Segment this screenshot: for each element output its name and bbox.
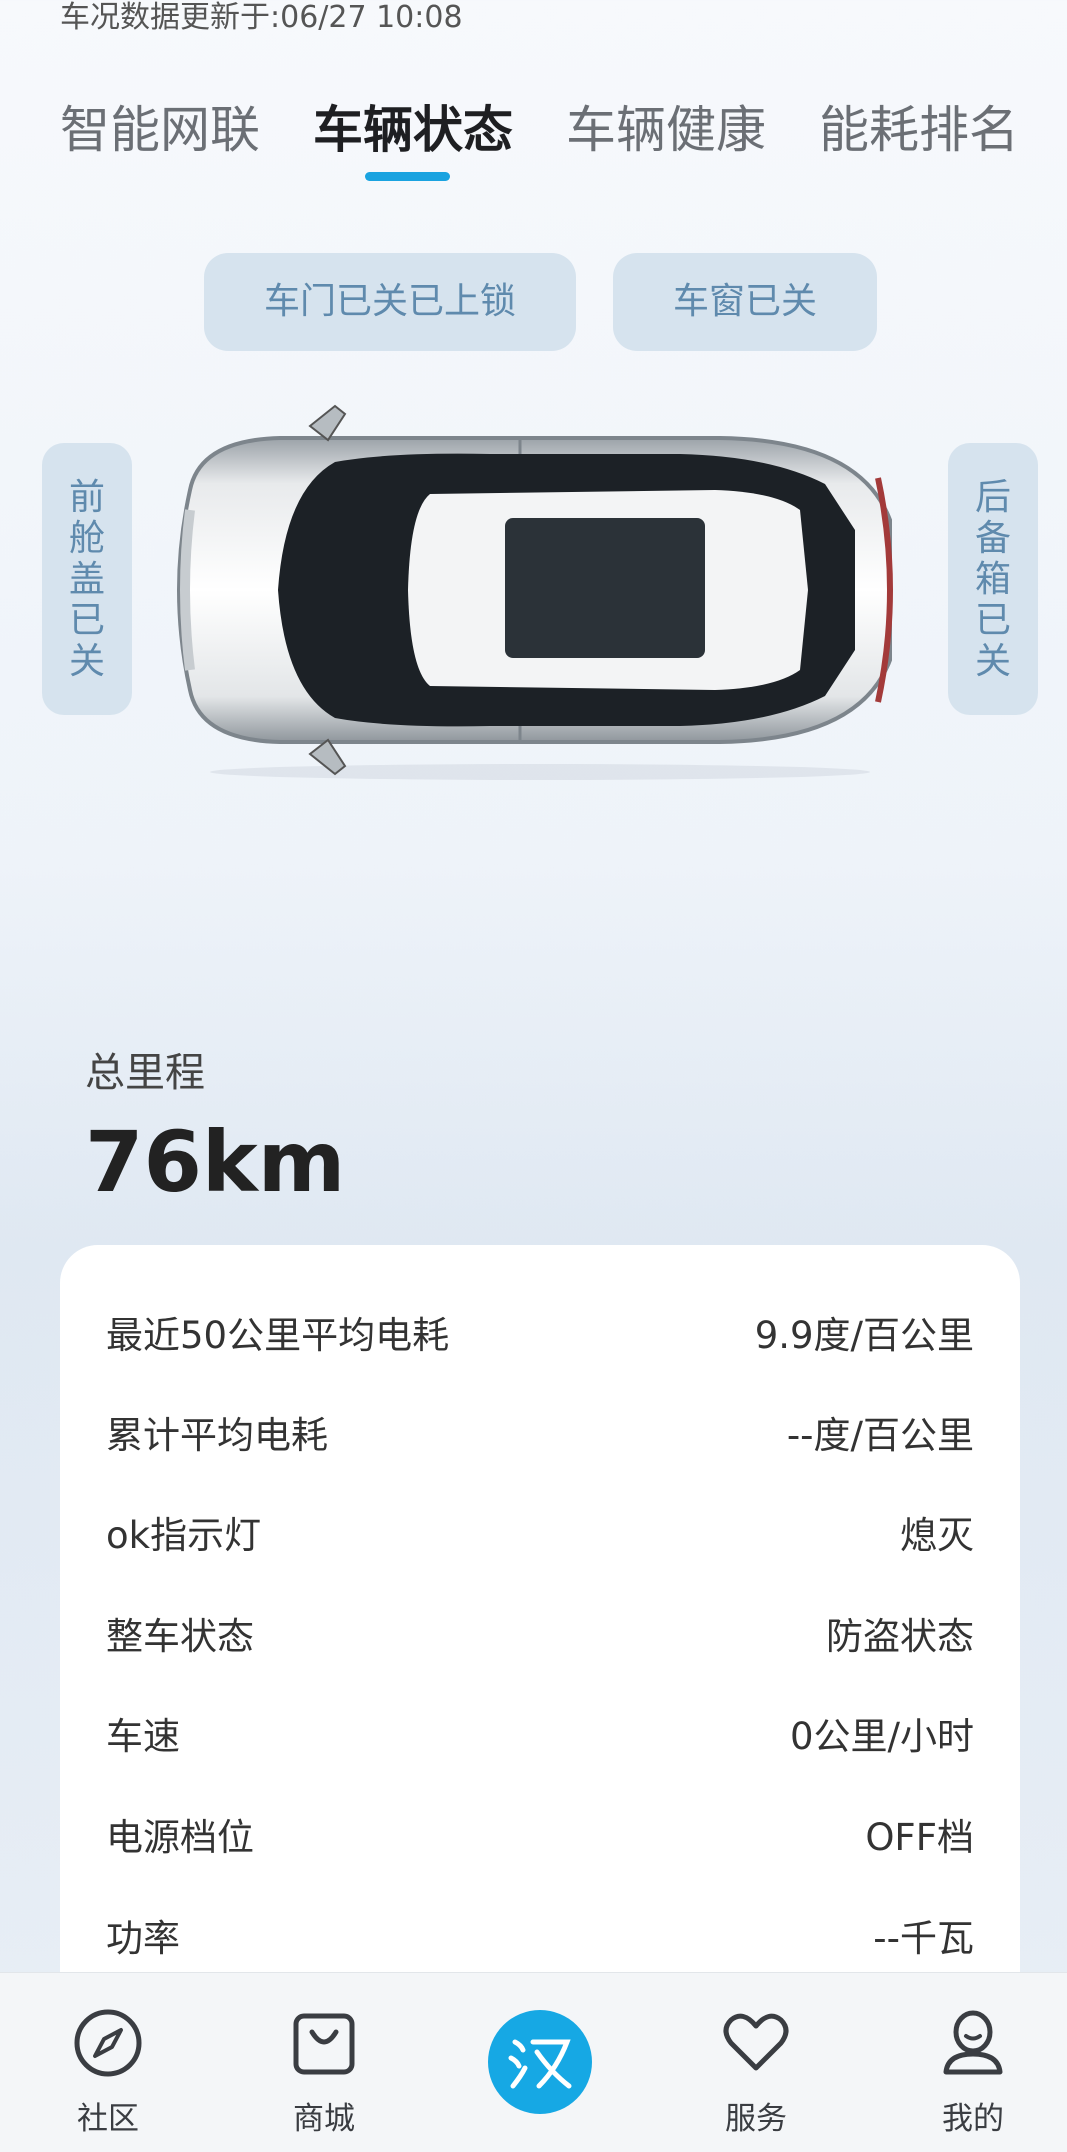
han-logo-icon bbox=[508, 2039, 572, 2089]
nav-mine[interactable]: 我的 bbox=[893, 1973, 1053, 2152]
tab-vehicle-health[interactable]: 车辆健康 bbox=[566, 95, 766, 165]
han-logo-button[interactable] bbox=[488, 2010, 592, 2114]
tab-vehicle-status[interactable]: 车辆状态 bbox=[313, 95, 513, 165]
stat-row-power: 功率 --千瓦 bbox=[106, 1905, 974, 1965]
stat-label: 车速 bbox=[106, 1715, 180, 1758]
door-status-pill: 车门已关已上锁 bbox=[204, 253, 576, 351]
stat-row-power-gear: 电源档位 OFF档 bbox=[106, 1804, 974, 1864]
nav-community[interactable]: 社区 bbox=[28, 1973, 188, 2152]
stat-value: 防盗状态 bbox=[826, 1615, 974, 1658]
data-update-time: 车况数据更新于:06/27 10:08 bbox=[60, 0, 463, 35]
stat-row-ok-indicator: ok指示灯 熄灭 bbox=[106, 1502, 974, 1562]
stat-value: --千瓦 bbox=[873, 1917, 974, 1960]
stat-value: OFF档 bbox=[865, 1816, 974, 1859]
nav-label: 我的 bbox=[942, 2101, 1004, 2137]
nav-label: 服务 bbox=[725, 2101, 787, 2137]
compass-icon bbox=[74, 2009, 142, 2077]
stat-row-vehicle-state: 整车状态 防盗状态 bbox=[106, 1603, 974, 1663]
car-top-view-image bbox=[177, 404, 893, 780]
nav-service[interactable]: 服务 bbox=[676, 1973, 836, 2152]
top-tab-bar: 智能网联 车辆状态 车辆健康 能耗排名 bbox=[0, 95, 1067, 185]
window-status-pill: 车窗已关 bbox=[613, 253, 877, 351]
heart-icon bbox=[723, 2013, 789, 2071]
hood-status-text: 前舱盖已关 bbox=[68, 476, 105, 682]
tab-smart-connect[interactable]: 智能网联 bbox=[60, 95, 260, 165]
stat-label: 累计平均电耗 bbox=[106, 1414, 328, 1457]
stat-value: --度/百公里 bbox=[786, 1414, 974, 1457]
stat-value: 9.9度/百公里 bbox=[754, 1314, 974, 1357]
stat-value: 0公里/小时 bbox=[789, 1715, 974, 1758]
total-mileage-value: 76km bbox=[85, 1113, 346, 1211]
trunk-status-pill: 后备箱已关 bbox=[948, 443, 1038, 715]
tab-energy-ranking[interactable]: 能耗排名 bbox=[819, 95, 1019, 165]
nav-label: 商城 bbox=[293, 2101, 355, 2137]
nav-label: 社区 bbox=[77, 2101, 139, 2137]
stat-row-cumulative-consumption: 累计平均电耗 --度/百公里 bbox=[106, 1402, 974, 1462]
stat-label: 功率 bbox=[106, 1917, 180, 1960]
stat-row-speed: 车速 0公里/小时 bbox=[106, 1703, 974, 1763]
profile-icon bbox=[943, 2010, 1003, 2075]
total-mileage-label: 总里程 bbox=[85, 1050, 205, 1096]
nav-mall[interactable]: 商城 bbox=[244, 1973, 404, 2152]
stat-row-recent-consumption: 最近50公里平均电耗 9.9度/百公里 bbox=[106, 1302, 974, 1362]
stat-value: 熄灭 bbox=[900, 1514, 974, 1557]
stat-label: 整车状态 bbox=[106, 1615, 254, 1658]
hood-status-pill: 前舱盖已关 bbox=[42, 443, 132, 715]
shopping-bag-icon bbox=[293, 2013, 355, 2075]
stat-label: 最近50公里平均电耗 bbox=[106, 1314, 450, 1357]
trunk-status-text: 后备箱已关 bbox=[974, 476, 1011, 682]
active-tab-indicator bbox=[365, 172, 450, 181]
stat-label: 电源档位 bbox=[106, 1816, 254, 1859]
stat-label: ok指示灯 bbox=[106, 1514, 262, 1557]
